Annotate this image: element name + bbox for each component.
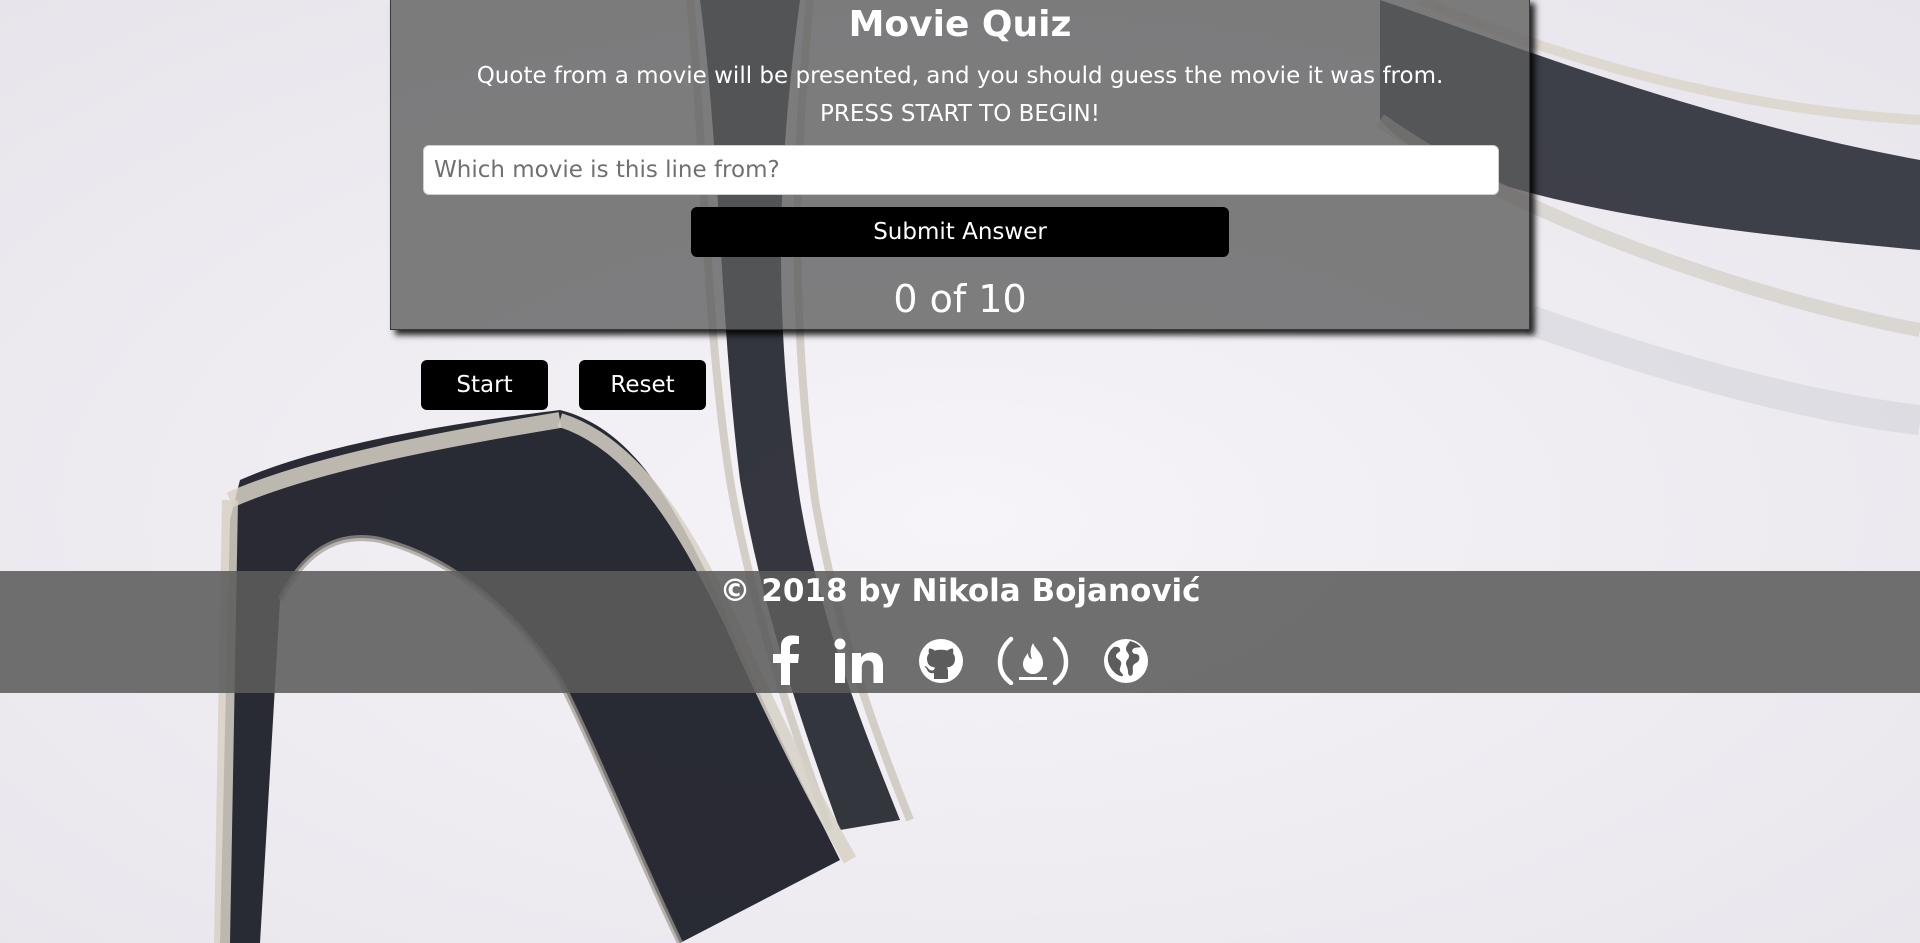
github-icon[interactable]: [917, 635, 965, 685]
reset-button[interactable]: Reset: [579, 360, 706, 410]
submit-answer-button[interactable]: Submit Answer: [691, 207, 1229, 257]
question-progress: 0 of 10: [893, 277, 1027, 321]
linkedin-icon[interactable]: [834, 635, 886, 685]
answer-input[interactable]: [423, 145, 1499, 195]
social-links: [0, 635, 1920, 685]
start-button[interactable]: Start: [421, 360, 548, 410]
footer: © 2018 by Nikola Bojanović: [0, 571, 1920, 693]
copyright-text: © 2018 by Nikola Bojanović: [719, 573, 1201, 609]
quiz-instructions: Quote from a movie will be presented, an…: [476, 63, 1444, 127]
quiz-title: Movie Quiz: [848, 4, 1072, 45]
globe-icon[interactable]: [1102, 635, 1150, 685]
quiz-panel: Movie Quiz Quote from a movie will be pr…: [390, 0, 1530, 330]
freecodecamp-icon[interactable]: [997, 635, 1069, 685]
facebook-icon[interactable]: [768, 635, 802, 685]
